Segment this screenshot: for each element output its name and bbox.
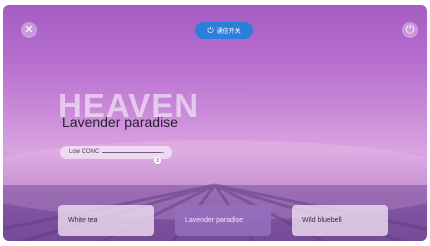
- connection-toggle[interactable]: ⏻ 通信开关: [195, 22, 253, 39]
- scene-card-list: White tea Lavender paradise Wild bluebel…: [58, 205, 388, 238]
- power-icon: ⏻: [405, 23, 415, 36]
- scene-card-label: White tea: [68, 217, 98, 224]
- power-button[interactable]: ⏻: [402, 22, 418, 38]
- scene-card-lavender-paradise[interactable]: Lavender paradise: [175, 205, 271, 236]
- close-icon: ✕: [24, 23, 34, 36]
- concentration-label: Low CONC: [69, 149, 100, 155]
- slider-thumb[interactable]: 3: [154, 157, 161, 164]
- slider-fill: [102, 152, 161, 153]
- scene-card-label: Lavender paradise: [185, 217, 243, 224]
- connection-label: 通信开关: [216, 29, 241, 35]
- scent-app-screen: ✕ ⏻ 通信开关 ⏻ HEAVEN Lavender paradise Low …: [3, 5, 427, 241]
- scene-title: Lavender paradise: [62, 114, 178, 130]
- scene-card-white-tea[interactable]: White tea: [58, 205, 154, 236]
- slider-track[interactable]: [102, 152, 164, 153]
- power-icon: ⏻: [207, 25, 214, 35]
- scene-card-label: Wild bluebell: [302, 217, 342, 224]
- scene-card-wild-bluebell[interactable]: Wild bluebell: [292, 205, 388, 236]
- concentration-slider[interactable]: Low CONC 3: [60, 146, 172, 164]
- concentration-value: 3: [156, 157, 159, 164]
- close-button[interactable]: ✕: [21, 22, 37, 38]
